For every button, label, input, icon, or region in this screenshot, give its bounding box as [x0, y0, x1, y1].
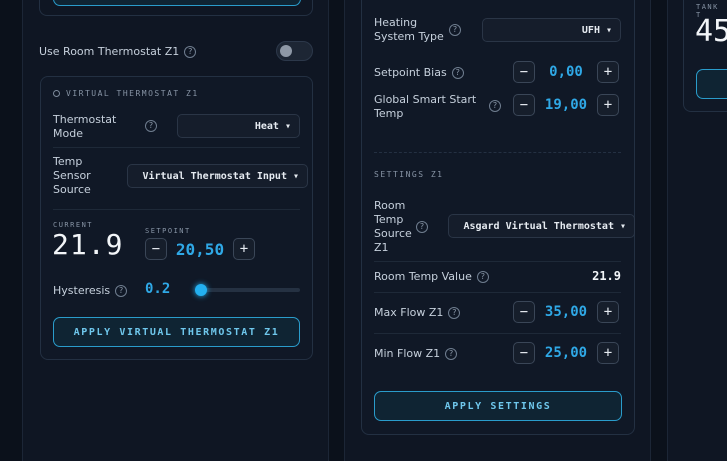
use-room-thermostat-row: Use Room Thermostat Z1 ?	[39, 42, 313, 62]
setpoint-bias-value[interactable]: 0,00	[538, 64, 594, 80]
help-icon[interactable]: ?	[451, 67, 464, 79]
heating-system-type-label: Heating System Type	[374, 16, 444, 43]
apply-settings-button[interactable]: APPLY SETTINGS	[374, 391, 622, 421]
heating-system-type-value: UFH	[581, 24, 600, 36]
help-icon[interactable]: ?	[416, 221, 428, 233]
min-flow-decrement-button[interactable]: −	[513, 342, 535, 364]
setpoint-label: SETPOINT	[145, 227, 191, 235]
temp-sensor-source-label: Temp Sensor Source	[53, 155, 91, 196]
virtual-thermostat-header: VIRTUAL THERMOSTAT Z1	[53, 89, 199, 98]
help-icon[interactable]: ?	[448, 307, 461, 319]
min-flow-label-row: Min Flow Z1 ?	[374, 347, 458, 361]
room-temp-source-label: Room Temp Source Z1	[374, 199, 412, 254]
help-icon[interactable]: ?	[184, 46, 197, 58]
toggle-knob	[280, 45, 292, 57]
virtual-thermostat-title: VIRTUAL THERMOSTAT Z1	[66, 89, 199, 98]
max-flow-value[interactable]: 35,00	[538, 304, 594, 320]
chevron-down-icon: ▾	[292, 170, 299, 182]
use-room-thermostat-toggle[interactable]	[276, 41, 313, 61]
thermostat-mode-label: Thermostat Mode	[53, 113, 117, 140]
top-left-card-remnant	[39, 0, 313, 16]
divider	[374, 292, 621, 293]
setpoint-bias-decrement-button[interactable]: −	[513, 61, 535, 83]
global-smart-start-increment-button[interactable]: +	[597, 94, 619, 116]
room-temp-value-label: Room Temp Value	[374, 270, 472, 283]
setpoint-decrement-button[interactable]: −	[145, 238, 167, 260]
section-divider	[374, 152, 621, 153]
setpoint-value[interactable]: 20,50	[171, 240, 229, 259]
max-flow-decrement-button[interactable]: −	[513, 301, 535, 323]
hysteresis-label-text: Hysteresis	[53, 284, 111, 297]
room-temp-value: 21.9	[592, 269, 621, 283]
tank-value: 45	[695, 14, 727, 49]
help-icon[interactable]: ?	[145, 120, 157, 132]
help-icon[interactable]: ?	[115, 285, 128, 297]
chevron-down-icon: ▾	[619, 220, 626, 232]
hysteresis-value: 0.2	[145, 281, 171, 297]
hysteresis-slider-thumb[interactable]	[195, 284, 207, 296]
chevron-down-icon: ▾	[284, 120, 291, 132]
global-smart-start-value[interactable]: 19,00	[538, 97, 594, 113]
min-flow-increment-button[interactable]: +	[597, 342, 619, 364]
thermostat-mode-select[interactable]: Heat ▾	[177, 114, 300, 138]
divider	[53, 147, 300, 148]
temp-sensor-source-select[interactable]: Virtual Thermostat Input ▾	[127, 164, 308, 188]
use-room-thermostat-label: Use Room Thermostat Z1	[39, 45, 180, 58]
divider	[53, 209, 300, 210]
hysteresis-label: Hysteresis ?	[53, 284, 128, 298]
max-flow-increment-button[interactable]: +	[597, 301, 619, 323]
min-flow-label: Min Flow Z1	[374, 347, 441, 360]
thermostat-mode-value: Heat	[254, 120, 279, 132]
apply-virtual-thermostat-button[interactable]: APPLY VIRTUAL THERMOSTAT Z1	[53, 317, 300, 347]
tank-button-remnant[interactable]	[696, 69, 727, 99]
max-flow-label-row: Max Flow Z1 ?	[374, 306, 461, 320]
global-smart-start-decrement-button[interactable]: −	[513, 94, 535, 116]
status-dot-icon	[53, 90, 60, 97]
chevron-down-icon: ▾	[605, 24, 612, 36]
hysteresis-slider-track[interactable]	[196, 288, 300, 292]
global-smart-start-label: Global Smart Start Temp	[374, 93, 477, 120]
settings-z1-title: SETTINGS Z1	[374, 170, 444, 179]
setpoint-bias-label: Setpoint Bias	[374, 66, 447, 79]
temp-sensor-source-value: Virtual Thermostat Input	[142, 170, 287, 182]
heating-system-type-select[interactable]: UFH ▾	[482, 18, 621, 42]
setpoint-increment-button[interactable]: +	[233, 238, 255, 260]
divider	[374, 261, 621, 262]
current-value: 21.9	[52, 228, 124, 261]
room-temp-source-value: Asgard Virtual Thermostat	[463, 220, 614, 232]
min-flow-value[interactable]: 25,00	[538, 345, 594, 361]
room-temp-value-label-row: Room Temp Value ?	[374, 270, 489, 284]
max-flow-label: Max Flow Z1	[374, 306, 444, 319]
help-icon[interactable]: ?	[476, 271, 489, 283]
divider	[374, 333, 621, 334]
room-temp-source-select[interactable]: Asgard Virtual Thermostat ▾	[448, 214, 635, 238]
setpoint-bias-increment-button[interactable]: +	[597, 61, 619, 83]
help-icon[interactable]: ?	[449, 24, 461, 36]
setpoint-bias-label-row: Setpoint Bias ?	[374, 66, 464, 80]
help-icon[interactable]: ?	[445, 348, 458, 360]
help-icon[interactable]: ?	[489, 100, 501, 112]
